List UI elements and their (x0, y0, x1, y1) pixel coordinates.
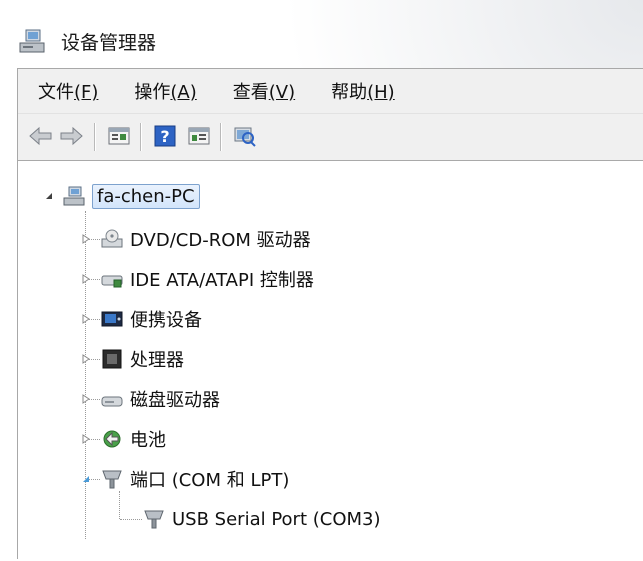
disk-drive-icon (101, 396, 123, 407)
collapse-arrow-icon[interactable] (44, 191, 54, 201)
port-icon (102, 470, 122, 489)
toolbar: ? (18, 113, 643, 161)
menu-action[interactable]: 操作(A) (134, 78, 196, 104)
tree-item-dvd[interactable]: DVD/CD-ROM 驱动器 (100, 224, 311, 254)
tree-child-usb-serial[interactable]: USB Serial Port (COM3) (142, 504, 381, 534)
expand-arrow-icon[interactable] (81, 234, 91, 244)
tree-item-portable[interactable]: 便携设备 (100, 304, 202, 334)
svg-text:?: ? (160, 127, 169, 146)
tree-item-ports[interactable]: 端口 (COM 和 LPT) (100, 464, 289, 494)
menu-bar: 文件(F) 操作(A) 查看(V) 帮助(H) (18, 69, 643, 113)
menu-help[interactable]: 帮助(H) (331, 78, 395, 104)
menu-view[interactable]: 查看(V) (233, 78, 295, 104)
tree-item-ide[interactable]: IDE ATA/ATAPI 控制器 (100, 264, 314, 294)
computer-icon (19, 29, 45, 53)
battery-icon (103, 430, 121, 448)
processor-icon (102, 349, 122, 369)
expand-arrow-icon[interactable] (81, 354, 91, 364)
expand-arrow-icon[interactable] (81, 274, 91, 284)
tree-root-label: fa-chen-PC (92, 183, 200, 209)
details-icon[interactable] (186, 124, 212, 148)
ide-controller-icon (101, 275, 123, 288)
forward-arrow-icon[interactable] (58, 124, 84, 148)
computer-icon (63, 186, 85, 206)
scan-hardware-icon[interactable] (232, 124, 258, 148)
device-manager-window: 文件(F) 操作(A) 查看(V) 帮助(H) ? fa-chen-PC DVD… (17, 68, 643, 559)
tree-item-processor[interactable]: 处理器 (100, 344, 184, 374)
port-icon (144, 510, 164, 529)
expand-arrow-icon[interactable] (81, 394, 91, 404)
expand-arrow-icon[interactable] (81, 314, 91, 324)
tree-item-battery[interactable]: 电池 (100, 424, 166, 454)
window-title: 设备管理器 (61, 32, 157, 54)
menu-file[interactable]: 文件(F) (38, 78, 98, 104)
title-bar: 设备管理器 (0, 0, 643, 72)
tree-root[interactable]: fa-chen-PC (62, 181, 200, 211)
expand-arrow-icon[interactable] (81, 434, 91, 444)
portable-device-icon (101, 311, 123, 327)
help-icon[interactable]: ? (152, 124, 178, 148)
properties-icon[interactable] (106, 124, 132, 148)
back-arrow-icon[interactable] (28, 124, 54, 148)
dvd-drive-icon (101, 229, 123, 248)
collapse-arrow-icon[interactable] (81, 474, 91, 484)
tree-item-disk[interactable]: 磁盘驱动器 (100, 384, 220, 414)
device-tree: fa-chen-PC DVD/CD-ROM 驱动器 IDE ATA/ATAPI … (18, 161, 643, 561)
